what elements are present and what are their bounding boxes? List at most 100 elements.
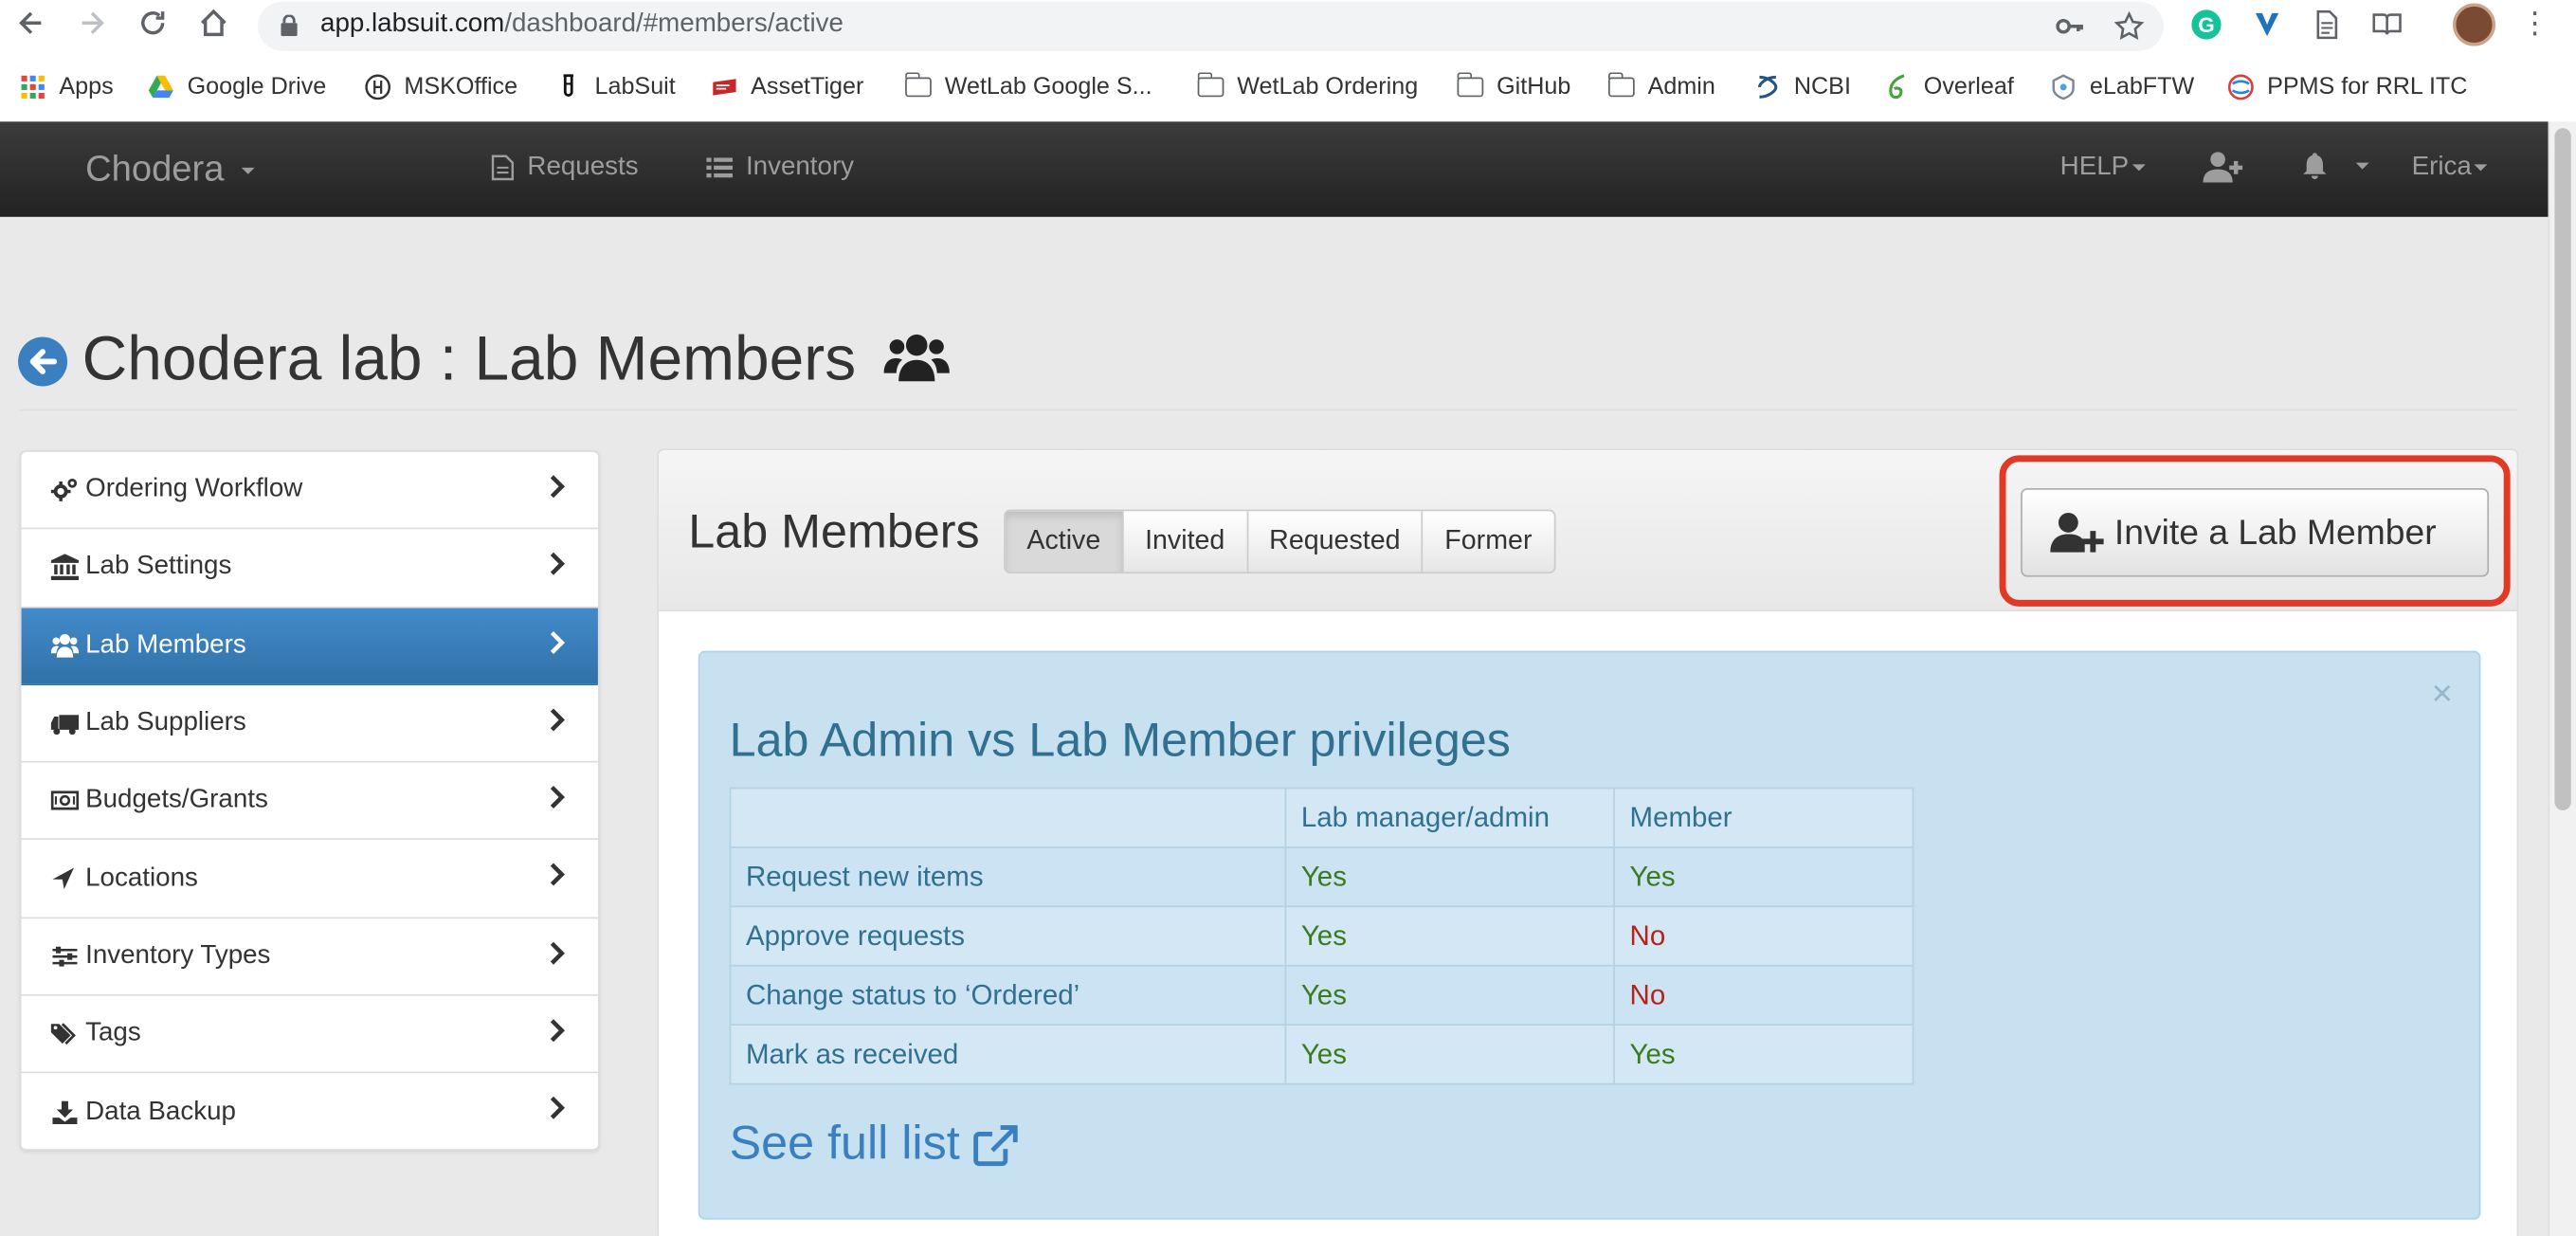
privilege-label: Approve requests (729, 905, 1287, 967)
arrow-left-icon (29, 349, 58, 374)
caret-down-icon (240, 168, 254, 175)
scrollbar-thumb[interactable] (2554, 128, 2571, 810)
bookmark-google-drive[interactable]: Google Drive (148, 69, 326, 105)
sidebar-item-budgets-grants[interactable]: Budgets/Grants (21, 762, 598, 841)
bell-icon (2303, 153, 2327, 180)
sidebar-item-lab-suppliers[interactable]: Lab Suppliers (21, 684, 598, 763)
user-dropdown[interactable]: Erica (2412, 153, 2489, 182)
browser-menu-icon[interactable]: ⋮ (2520, 5, 2549, 41)
sidebar-item-lab-members[interactable]: Lab Members (21, 607, 598, 685)
bookmark-wetlab-google[interactable]: WetLab Google S... (904, 69, 1152, 105)
sidebar-item-inventory-types[interactable]: Inventory Types (21, 918, 598, 996)
table-row: Request new items Yes Yes (729, 846, 1914, 908)
bookmark-assettiger[interactable]: AssetTiger (712, 69, 863, 105)
tab-invited[interactable]: Invited (1124, 511, 1248, 573)
tab-active[interactable]: Active (1005, 511, 1124, 573)
page-scrollbar[interactable] (2548, 121, 2576, 1236)
sidebar-item-tags[interactable]: Tags (21, 995, 598, 1074)
chevron-right-icon (550, 630, 566, 654)
forward-arrow-icon[interactable] (72, 7, 112, 46)
back-button[interactable] (18, 336, 68, 387)
address-bar[interactable]: app.labsuit.com/dashboard/#members/activ… (258, 1, 2164, 51)
member-status-tabs: Active Invited Requested Former (1004, 509, 1555, 574)
cogs-icon (50, 479, 78, 502)
key-icon[interactable] (2055, 11, 2084, 41)
table-row: Approve requests Yes No (729, 905, 1914, 967)
chevron-right-icon (550, 553, 566, 576)
chevron-right-icon (550, 941, 566, 965)
member-value: No (1613, 964, 1914, 1027)
brand-dropdown[interactable]: Chodera (85, 148, 254, 191)
apps-grid-icon (21, 75, 45, 100)
caret-down-icon (2355, 162, 2369, 170)
bookmark-admin[interactable]: Admin (1607, 69, 1715, 105)
google-drive-icon (148, 75, 173, 99)
bookmark-github[interactable]: GitHub (1456, 69, 1570, 105)
profile-avatar[interactable] (2452, 3, 2496, 46)
sliders-icon (52, 946, 78, 967)
location-arrow-icon (52, 866, 75, 889)
user-plus-icon (2050, 513, 2104, 553)
bookmark-labsuit[interactable]: LabSuit (555, 69, 676, 105)
add-user-nav-button[interactable] (2203, 152, 2257, 185)
caret-down-icon (2475, 164, 2489, 172)
lock-icon (281, 14, 298, 37)
tab-requested[interactable]: Requested (1248, 511, 1424, 573)
folder-icon (904, 72, 932, 100)
invite-lab-member-button[interactable]: Invite a Lab Member (2021, 487, 2490, 577)
grammarly-extension-icon[interactable]: G (2190, 9, 2223, 42)
table-header-cell: Member (1613, 787, 1914, 848)
mskoffice-icon (365, 74, 391, 100)
sidebar-item-ordering-workflow[interactable]: Ordering Workflow (21, 451, 598, 530)
document-icon (491, 154, 515, 181)
nav-requests[interactable]: Requests (491, 153, 639, 182)
tab-former[interactable]: Former (1424, 511, 1553, 572)
panel-header: Lab Members Active Invited Requested For… (659, 450, 2517, 612)
chevron-right-icon (550, 1097, 566, 1120)
home-icon[interactable] (194, 7, 234, 46)
admin-value: Yes (1284, 964, 1615, 1027)
table-row: Change status to ‘Ordered’ Yes No (729, 964, 1914, 1027)
bank-icon (50, 554, 80, 581)
admin-value: Yes (1284, 846, 1615, 908)
privilege-label: Mark as received (729, 1024, 1287, 1085)
bookmark-ppms[interactable]: PPMS for RRL ITC (2227, 69, 2467, 105)
list-icon (706, 157, 734, 178)
notifications-dropdown[interactable] (2300, 152, 2369, 181)
privilege-label: Request new items (729, 846, 1287, 908)
truck-icon (50, 715, 80, 736)
bookmark-mskoffice[interactable]: MSKOffice (365, 69, 517, 105)
bookmark-ncbi[interactable]: NCBI (1754, 69, 1851, 105)
help-dropdown[interactable]: HELP (2060, 153, 2146, 182)
bookmark-elabftw[interactable]: eLabFTW (2050, 69, 2194, 105)
chevron-right-icon (550, 708, 566, 732)
browser-toolbar: app.labsuit.com/dashboard/#members/activ… (0, 0, 2576, 122)
external-link-icon (973, 1124, 1019, 1166)
alert-title: Lab Admin vs Lab Member privileges (729, 715, 1511, 768)
page-title: Chodera lab : Lab Members (82, 325, 950, 396)
folder-icon (1607, 72, 1635, 100)
page-extension-icon[interactable] (2310, 9, 2343, 42)
back-arrow-icon[interactable] (11, 7, 51, 46)
reading-list-icon[interactable] (2370, 9, 2404, 42)
table-header-cell (729, 787, 1287, 848)
sidebar-item-lab-settings[interactable]: Lab Settings (21, 529, 598, 608)
member-value: Yes (1613, 1024, 1914, 1085)
shield-extension-icon[interactable] (2251, 9, 2284, 42)
see-full-list-link[interactable]: See full list (730, 1118, 1019, 1172)
sidebar-item-locations[interactable]: Locations (21, 840, 598, 918)
money-icon (50, 791, 80, 811)
bookmark-apps[interactable]: Apps (20, 69, 114, 105)
sidebar-item-data-backup[interactable]: Data Backup (21, 1073, 598, 1150)
caret-down-icon (2132, 164, 2146, 172)
privilege-label: Change status to ‘Ordered’ (729, 964, 1287, 1027)
bookmark-overleaf[interactable]: Overleaf (1884, 69, 2014, 105)
privileges-table: Lab manager/admin Member Request new ite… (729, 787, 1914, 1085)
reload-icon[interactable] (133, 7, 172, 46)
close-icon[interactable]: × (2432, 675, 2453, 712)
nav-inventory[interactable]: Inventory (706, 153, 854, 182)
elabftw-icon (2052, 74, 2075, 100)
bookmark-wetlab-ordering[interactable]: WetLab Ordering (1196, 69, 1418, 105)
bookmark-star-icon[interactable] (2113, 10, 2145, 41)
panel-title: Lab Members (688, 506, 980, 559)
